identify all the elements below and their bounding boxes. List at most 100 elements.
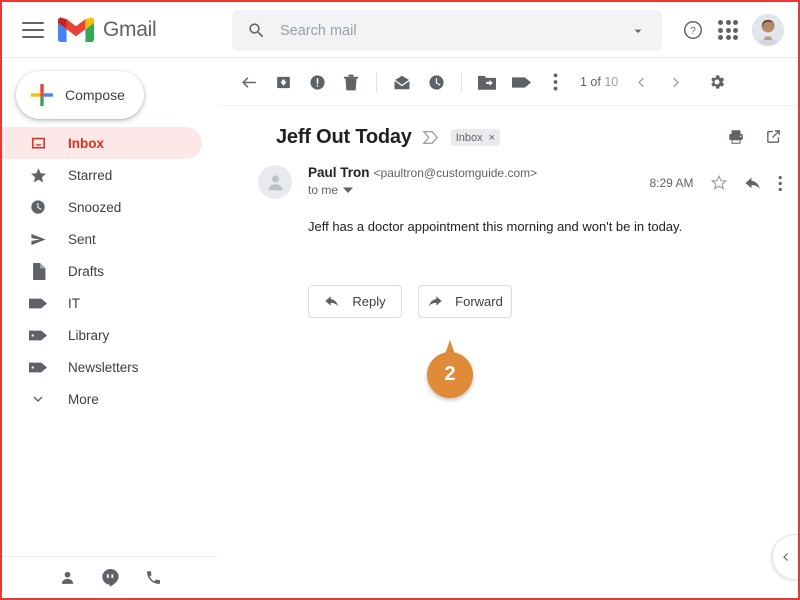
- sidebar-item-sent[interactable]: Sent: [2, 223, 202, 255]
- message-header: Paul Tron <paultron@customguide.com> to …: [218, 149, 798, 199]
- search-icon: [247, 21, 266, 40]
- printer-icon[interactable]: [727, 128, 745, 151]
- gmail-logo-text: Gmail: [103, 17, 157, 41]
- sidebar-item-inbox[interactable]: Inbox: [2, 127, 202, 159]
- compose-button[interactable]: Compose: [16, 71, 144, 119]
- sidebar-item-label: Snoozed: [68, 199, 122, 215]
- reply-arrow-icon: [324, 293, 340, 309]
- phone-icon[interactable]: [145, 569, 162, 586]
- avatar[interactable]: [752, 14, 784, 46]
- label-chip-text: Inbox: [455, 131, 483, 144]
- label-icon: [28, 297, 48, 310]
- trash-icon[interactable]: [334, 65, 368, 99]
- forward-button-label: Forward: [455, 293, 503, 309]
- sidebar-item-snoozed[interactable]: Snoozed: [2, 191, 202, 223]
- mark-unread-icon[interactable]: [385, 65, 419, 99]
- toolbar-divider: [461, 72, 462, 92]
- sidebar-bottom-bar: [2, 556, 218, 598]
- page-title: Jeff Out Today: [276, 126, 412, 148]
- close-icon[interactable]: ×: [489, 132, 495, 144]
- reply-arrow-icon[interactable]: [744, 174, 762, 192]
- sender-line: Paul Tron <paultron@customguide.com>: [308, 165, 649, 180]
- message-toolbar: 1 of 10: [218, 59, 798, 106]
- help-circle-icon[interactable]: ?: [682, 19, 704, 41]
- inbox-icon: [28, 135, 48, 152]
- pagination-label: 1 of 10: [580, 75, 618, 89]
- sidebar-item-label: Starred: [68, 167, 113, 183]
- message-action-buttons: Reply Forward: [218, 237, 798, 318]
- recipient-text: to me: [308, 183, 339, 197]
- chevron-expand-icon[interactable]: [422, 130, 439, 145]
- hamburger-menu-icon[interactable]: [22, 21, 44, 38]
- gear-icon[interactable]: [700, 65, 734, 99]
- person-avatar-icon: [258, 165, 292, 199]
- document-icon: [28, 262, 48, 280]
- chevron-left-icon[interactable]: [624, 65, 658, 99]
- sidebar-item-label: Inbox: [68, 135, 104, 151]
- sidebar-item-label: Newsletters: [68, 359, 139, 375]
- sidebar-item-label: Library: [68, 327, 110, 343]
- caret-down-icon[interactable]: [343, 185, 354, 195]
- star-icon: [28, 167, 48, 184]
- chevron-right-icon[interactable]: [658, 65, 692, 99]
- hangouts-icon[interactable]: [101, 568, 119, 587]
- more-vertical-icon[interactable]: [778, 175, 783, 192]
- sidebar-item-drafts[interactable]: Drafts: [2, 255, 202, 287]
- back-arrow-icon[interactable]: [232, 65, 266, 99]
- gmail-window: Gmail ?: [0, 0, 800, 600]
- recipient-line[interactable]: to me: [308, 183, 649, 197]
- subject-actions: [727, 128, 782, 151]
- label-icon: [28, 329, 48, 342]
- sender-email: <paultron@customguide.com>: [373, 166, 538, 180]
- sidebar-item-label: Drafts: [68, 263, 105, 279]
- search-bar[interactable]: [232, 10, 662, 51]
- forward-button[interactable]: Forward: [418, 284, 512, 318]
- send-icon: [28, 231, 48, 248]
- sender-name: Paul Tron: [308, 165, 370, 180]
- app-header: Gmail ?: [2, 2, 798, 58]
- sidebar-item-label: Sent: [68, 231, 96, 247]
- sidebar-item-library[interactable]: Library: [2, 319, 202, 351]
- plus-icon: [31, 84, 53, 106]
- reply-button-label: Reply: [352, 293, 386, 309]
- more-vertical-icon[interactable]: [538, 65, 572, 99]
- sidebar-item-more[interactable]: More: [2, 383, 202, 415]
- snooze-clock-icon[interactable]: [419, 65, 453, 99]
- message-actions: 8:29 AM: [649, 165, 782, 199]
- svg-text:?: ?: [690, 26, 696, 37]
- main-panel: 1 of 10 Jeff Out Today Inbox × Paul Tron…: [218, 59, 798, 598]
- sidebar-item-label: IT: [68, 295, 80, 311]
- reply-button[interactable]: Reply: [308, 284, 402, 318]
- pagination-total: 10: [604, 75, 619, 89]
- chevron-down-icon: [28, 391, 48, 407]
- archive-icon[interactable]: [266, 65, 300, 99]
- message-meta: Paul Tron <paultron@customguide.com> to …: [308, 165, 649, 199]
- open-in-new-icon[interactable]: [765, 128, 782, 151]
- gmail-logo[interactable]: Gmail: [58, 16, 157, 43]
- sidebar-item-it[interactable]: IT: [2, 287, 202, 319]
- search-options-chevron-down-icon[interactable]: [630, 23, 646, 39]
- label-chip-inbox[interactable]: Inbox ×: [450, 129, 501, 146]
- message-body: Jeff has a doctor appointment this morni…: [308, 219, 683, 234]
- subject-row: Jeff Out Today Inbox ×: [218, 106, 798, 149]
- header-right-group: ?: [682, 2, 784, 58]
- star-outline-icon[interactable]: [710, 174, 728, 192]
- search-input[interactable]: [280, 22, 630, 39]
- labels-tag-icon[interactable]: [504, 65, 538, 99]
- pagination-current: 1 of: [580, 75, 605, 89]
- forward-arrow-icon: [427, 293, 443, 309]
- report-spam-icon[interactable]: [300, 65, 334, 99]
- toolbar-divider: [376, 72, 377, 92]
- clock-icon: [28, 199, 48, 215]
- sidebar-item-newsletters[interactable]: Newsletters: [2, 351, 202, 383]
- apps-grid-icon[interactable]: [718, 20, 738, 40]
- chevron-left-icon: [780, 551, 792, 563]
- move-to-folder-icon[interactable]: [470, 65, 504, 99]
- sidebar-item-label: More: [68, 391, 99, 407]
- message-time: 8:29 AM: [649, 176, 694, 190]
- sidebar-item-starred[interactable]: Starred: [2, 159, 202, 191]
- contacts-icon[interactable]: [59, 569, 76, 586]
- compose-label: Compose: [65, 87, 125, 103]
- label-icon: [28, 361, 48, 374]
- gmail-logo-icon: [58, 16, 94, 43]
